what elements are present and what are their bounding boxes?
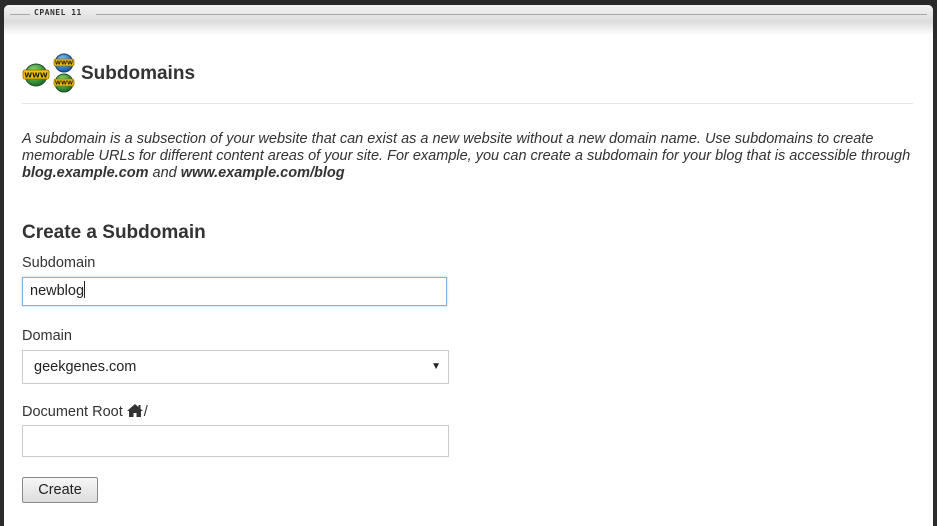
domain-select[interactable]: geekgenes.com ▼ [22,350,449,384]
subdomain-input-value: newblog [30,283,85,299]
brand-label: CPANEL 11 [34,8,82,17]
svg-text:WWW: WWW [55,81,73,87]
browser-frame: CPANEL 11 WWW WWW WWW Subdomains A subdo… [0,0,937,526]
www-globes-icon: WWW WWW WWW [22,53,75,93]
text-caret [84,281,86,298]
subdomain-input[interactable]: newblog [22,277,447,306]
home-icon [126,404,143,417]
panel-header: CPANEL 11 [4,5,933,35]
domain-label: Domain [22,328,72,344]
header-rule-right [96,14,927,15]
create-subdomain-heading: Create a Subdomain [22,222,206,243]
cpanel-panel: CPANEL 11 WWW WWW WWW Subdomains A subdo… [4,5,933,526]
page-title: Subdomains [81,63,196,84]
description-text: A subdomain is a subsection of your webs… [22,131,911,164]
page-title-row: WWW WWW WWW Subdomains [22,53,913,104]
svg-text:WWW: WWW [24,72,47,80]
document-root-suffix: / [143,404,148,420]
create-button[interactable]: Create [22,477,98,503]
example-subdomain: blog.example.com [22,165,149,181]
subdomain-label: Subdomain [22,255,96,271]
header-rule-left [10,14,30,15]
subdomain-description: A subdomain is a subsection of your webs… [22,131,917,182]
domain-select-value: geekgenes.com [34,359,137,375]
document-root-label-text: Document Root [22,404,123,420]
document-root-input[interactable] [22,425,449,457]
description-joiner: and [148,165,181,181]
example-path: www.example.com/blog [180,165,345,181]
document-root-label: Document Root / [22,403,148,420]
svg-text:WWW: WWW [55,61,73,67]
dropdown-arrow-icon: ▼ [431,361,441,372]
